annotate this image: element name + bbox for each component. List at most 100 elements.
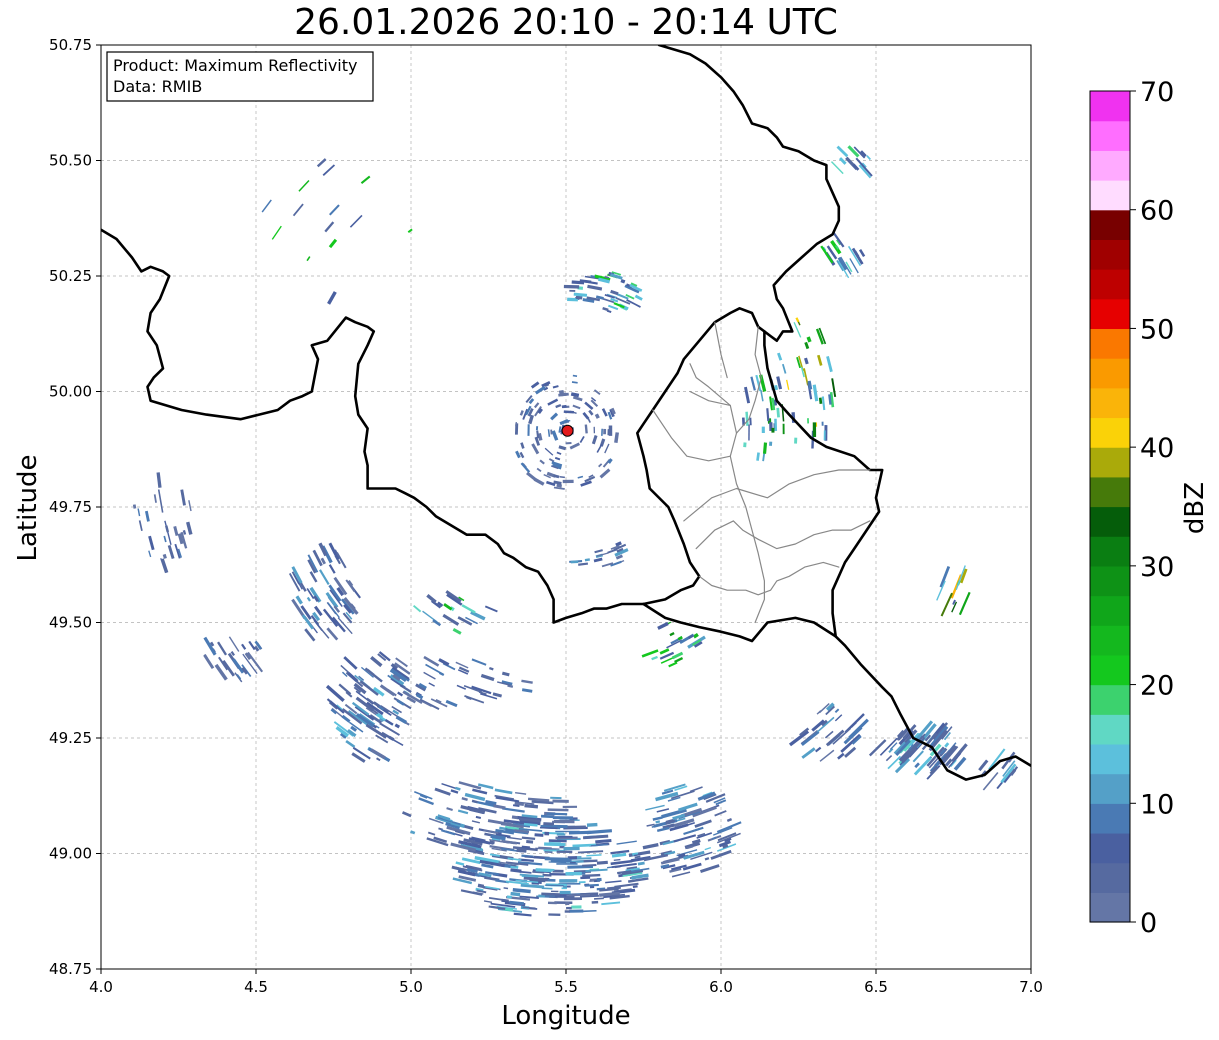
echo-cell xyxy=(547,808,569,812)
info-box: Product: Maximum Reflectivity Data: RMIB xyxy=(106,51,374,102)
echo-cell xyxy=(570,560,579,564)
echo-cell xyxy=(771,427,775,433)
y-axis-ticks: 48.75 49.00 49.25 49.50 49.75 50.00 50.25 50.50… xyxy=(49,36,101,978)
x-tick-label: 4.0 xyxy=(89,978,113,996)
y-tick-label: 50.25 xyxy=(49,267,92,285)
echo-cell xyxy=(591,900,599,904)
colorbar-segment xyxy=(1090,684,1130,715)
echo-cell xyxy=(748,424,750,441)
echo-cell xyxy=(566,906,572,910)
colorbar-segment xyxy=(1090,743,1130,775)
echo-cell xyxy=(564,420,571,422)
colorbar-segment xyxy=(1090,328,1130,359)
y-axis-label: Latitude xyxy=(13,454,43,561)
colorbar-segment xyxy=(1090,506,1130,537)
echo-cell xyxy=(544,831,550,836)
echo-cell xyxy=(556,850,573,853)
colorbar-segment xyxy=(1090,892,1130,923)
echo-cell xyxy=(564,910,570,913)
echo-cell xyxy=(823,430,826,441)
colorbar-segment xyxy=(1090,209,1130,240)
echo-cell xyxy=(593,426,596,434)
echo-cell xyxy=(563,846,580,851)
echo-cell xyxy=(534,833,544,837)
echo-cell xyxy=(565,901,570,906)
echo-cell xyxy=(586,822,598,827)
colorbar-segment xyxy=(1090,180,1130,211)
echo-cell xyxy=(557,835,573,838)
info-data-source: Data: RMIB xyxy=(113,77,202,96)
colorbar: 0 10 20 30 40 50 60 70 xyxy=(1089,77,1174,939)
colorbar-segment xyxy=(1090,476,1130,508)
echo-cell xyxy=(743,442,747,448)
colorbar-segment xyxy=(1090,714,1130,745)
echo-cell xyxy=(569,909,584,913)
y-tick-label: 49.75 xyxy=(49,498,92,516)
echo-cell xyxy=(565,871,582,876)
echo-cell xyxy=(769,441,773,446)
echo-cell xyxy=(553,819,575,824)
colorbar-segment xyxy=(1090,536,1130,567)
echo-cell xyxy=(603,428,607,435)
colorbar-segment xyxy=(1090,862,1130,893)
echo-cell xyxy=(550,796,562,800)
echo-cell xyxy=(782,423,785,435)
radar-site-marker xyxy=(561,424,574,437)
echo-cell xyxy=(556,863,578,865)
colorbar-segment xyxy=(1090,447,1130,478)
echo-cell xyxy=(807,418,810,424)
echo-cell xyxy=(562,479,574,484)
x-tick-label: 6.5 xyxy=(864,978,888,996)
echo-cell xyxy=(554,901,573,904)
y-tick-label: 50.50 xyxy=(49,152,92,170)
x-tick-label: 7.0 xyxy=(1019,978,1043,996)
echo-cell xyxy=(571,905,582,909)
y-tick-label: 49.00 xyxy=(49,845,92,863)
colorbar-segment xyxy=(1090,595,1130,626)
echo-cell xyxy=(548,913,561,917)
map-svg: 4.0 4.5 5.0 5.5 6.0 6.5 7.0 48.75 49.00 49.25 49.… xyxy=(13,36,1210,1031)
colorbar-segment xyxy=(1090,803,1130,834)
colorbar-segment xyxy=(1090,358,1130,389)
echo-cell xyxy=(812,422,817,438)
colorbar-tick-label: 50 xyxy=(1140,314,1174,345)
colorbar-segment xyxy=(1090,387,1130,419)
y-tick-label: 50.00 xyxy=(49,383,92,401)
echo-cell xyxy=(794,437,798,444)
echo-cell xyxy=(596,877,602,882)
colorbar-segment xyxy=(1090,298,1130,330)
y-tick-label: 50.75 xyxy=(49,36,92,54)
x-tick-label: 4.5 xyxy=(244,978,268,996)
echo-cell xyxy=(562,805,578,808)
colorbar-segment xyxy=(1090,120,1130,151)
echo-cell xyxy=(535,426,539,431)
x-tick-label: 5.5 xyxy=(554,978,578,996)
echo-cell xyxy=(761,426,765,434)
echo-cell xyxy=(555,830,580,833)
colorbar-tick-label: 40 xyxy=(1140,433,1174,464)
echo-cell xyxy=(569,289,576,292)
echo-cell xyxy=(556,833,566,836)
x-tick-label: 5.0 xyxy=(399,978,423,996)
colorbar-tick-label: 60 xyxy=(1140,196,1174,227)
colorbar-segment xyxy=(1090,417,1130,448)
y-tick-label: 49.50 xyxy=(49,614,92,632)
colorbar-segment xyxy=(1090,773,1130,804)
echo-cell xyxy=(527,424,530,436)
y-tick-label: 49.25 xyxy=(49,729,92,747)
echo-cell xyxy=(552,799,569,803)
echo-cell xyxy=(547,901,557,905)
echo-cell xyxy=(821,421,824,426)
echo-cell xyxy=(580,876,591,880)
echo-cell xyxy=(550,858,572,863)
x-axis-ticks: 4.0 4.5 5.0 5.5 6.0 6.5 7.0 xyxy=(89,969,1043,996)
echo-cell xyxy=(526,840,534,844)
colorbar-tick-label: 20 xyxy=(1140,671,1174,702)
colorbar-tick-label: 70 xyxy=(1140,77,1174,108)
echo-cell xyxy=(749,417,752,426)
echo-cell xyxy=(552,816,574,820)
radar-site-dot xyxy=(561,424,574,437)
echo-cell xyxy=(601,428,603,436)
colorbar-segment xyxy=(1090,654,1130,686)
x-tick-label: 6.0 xyxy=(709,978,733,996)
